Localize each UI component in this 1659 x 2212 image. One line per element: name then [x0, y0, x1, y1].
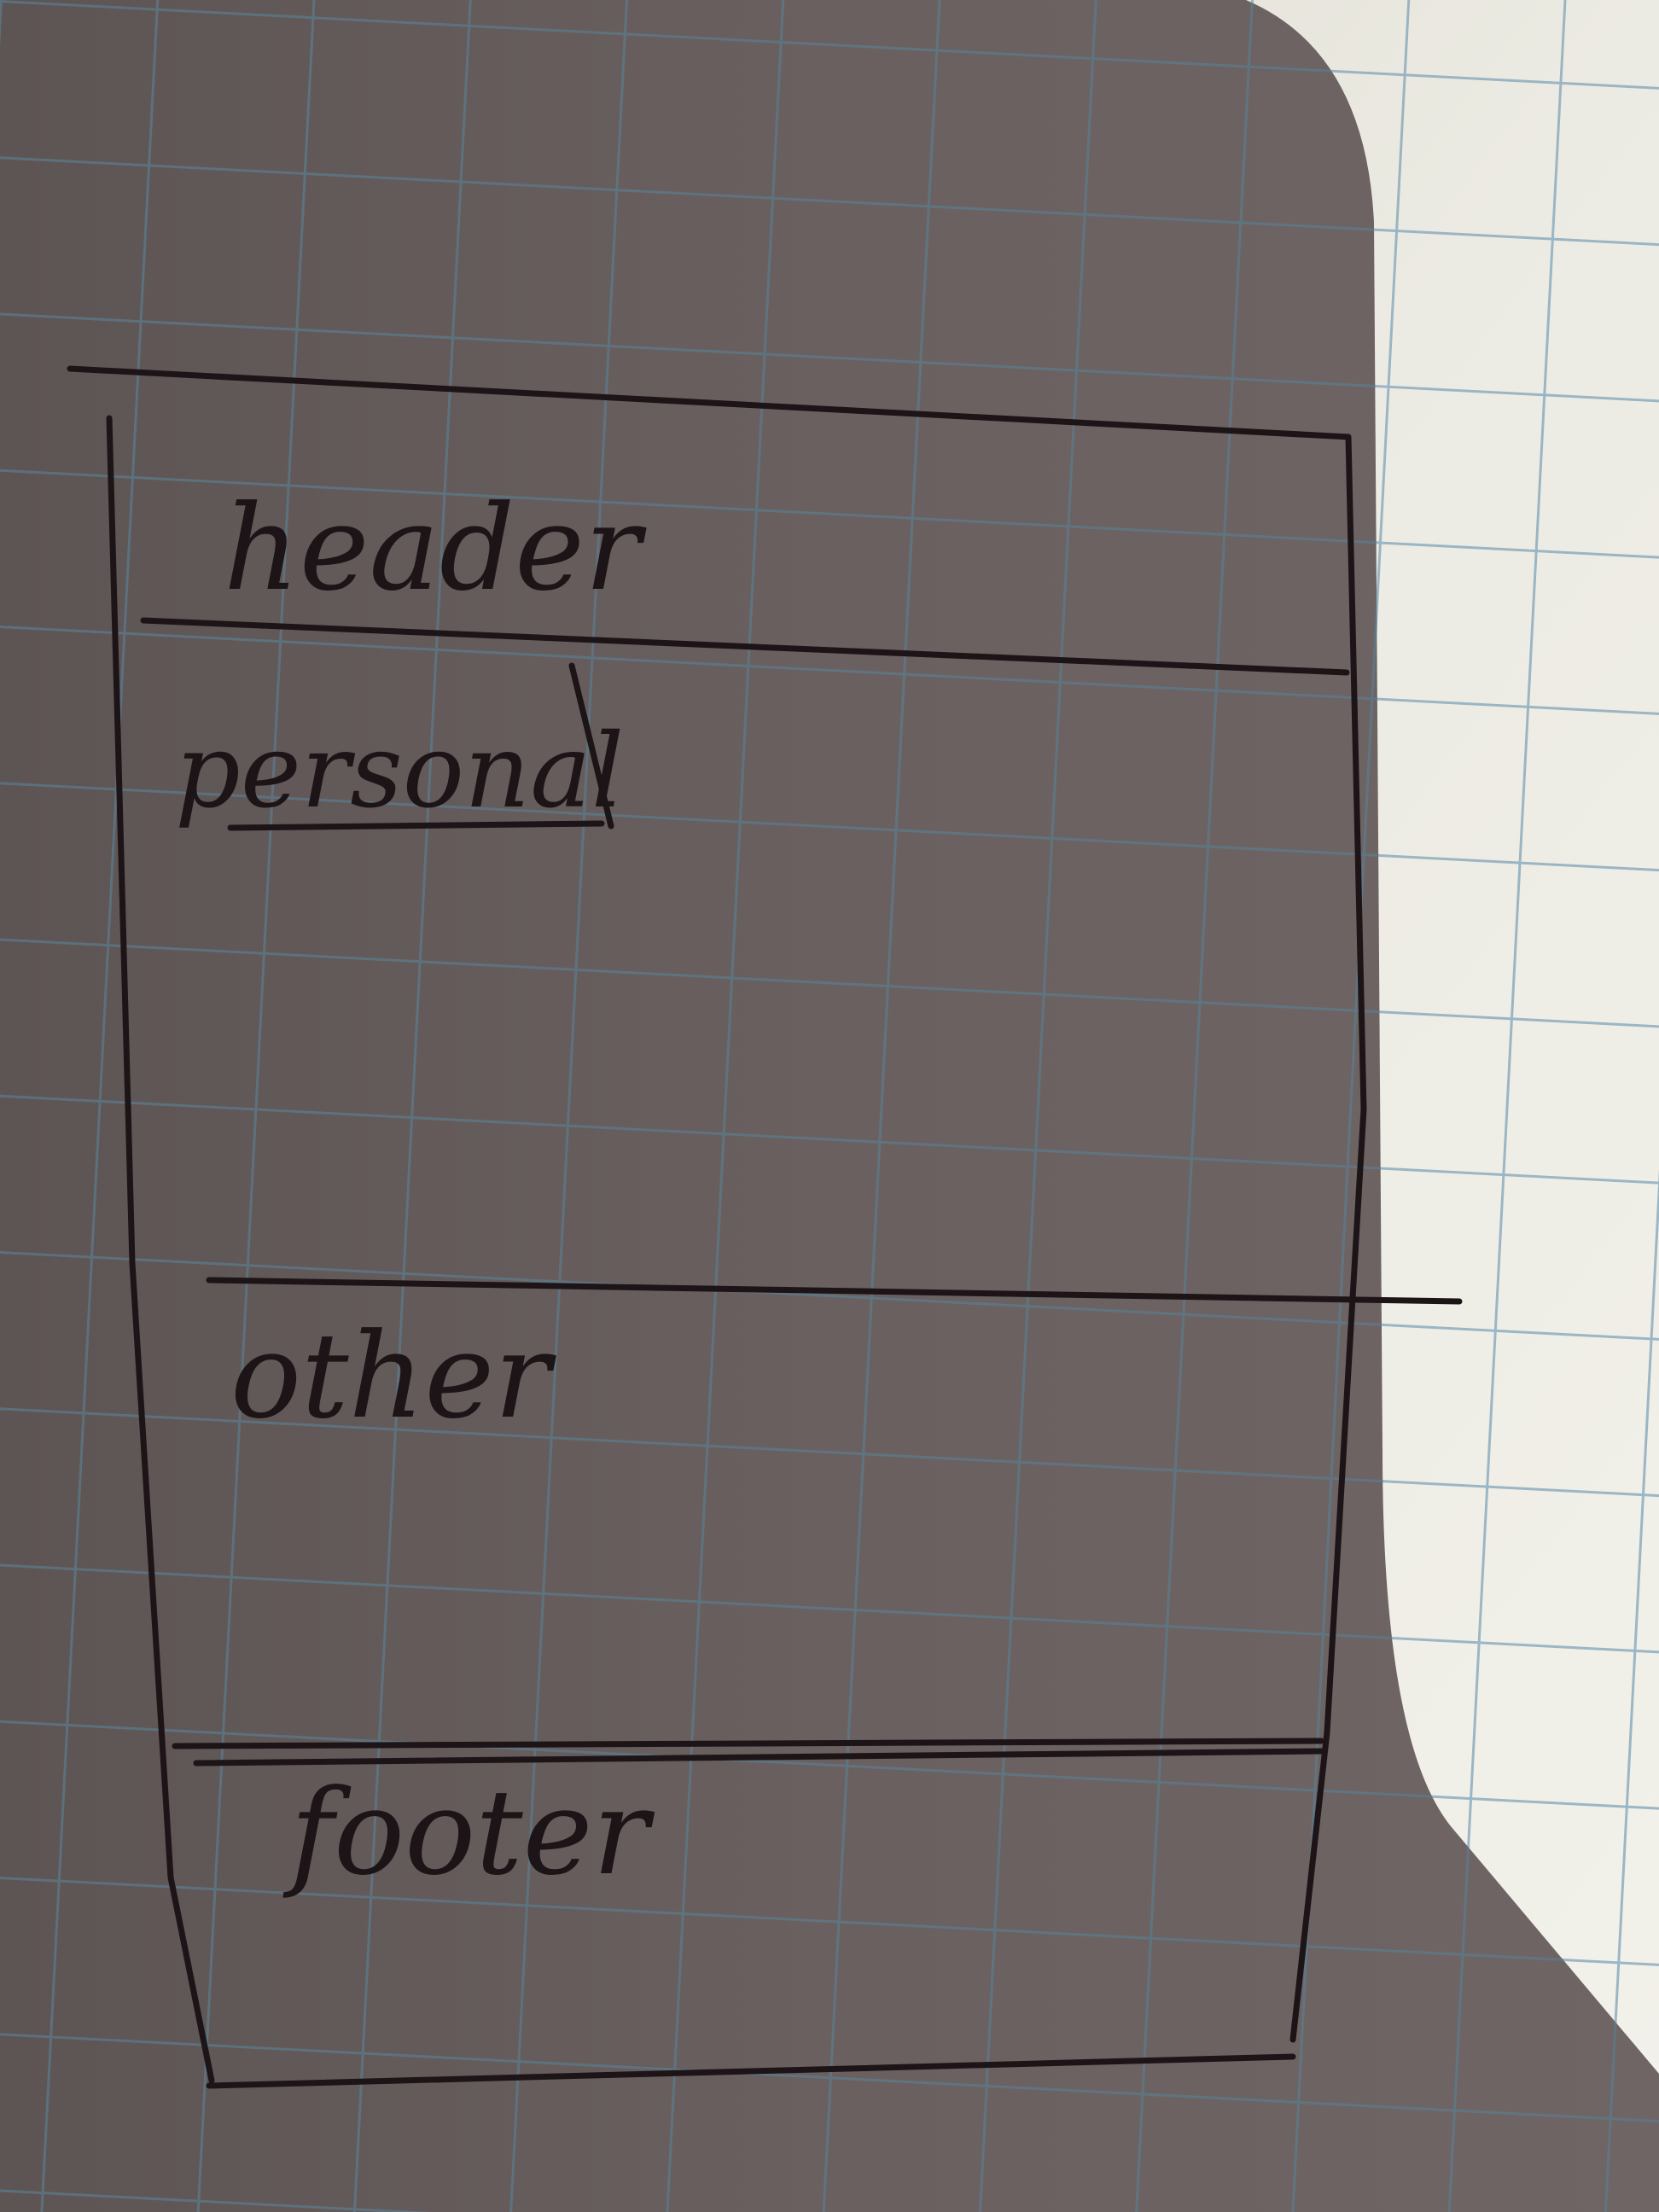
other-label: other: [230, 1307, 556, 1445]
header-label: header: [224, 480, 647, 617]
personal-label: personal: [175, 713, 624, 831]
sketch-canvas: header personal other footer: [0, 0, 1659, 2212]
photo-of-graph-paper: header personal other footer: [0, 0, 1659, 2212]
footer-label: footer: [282, 1764, 655, 1901]
